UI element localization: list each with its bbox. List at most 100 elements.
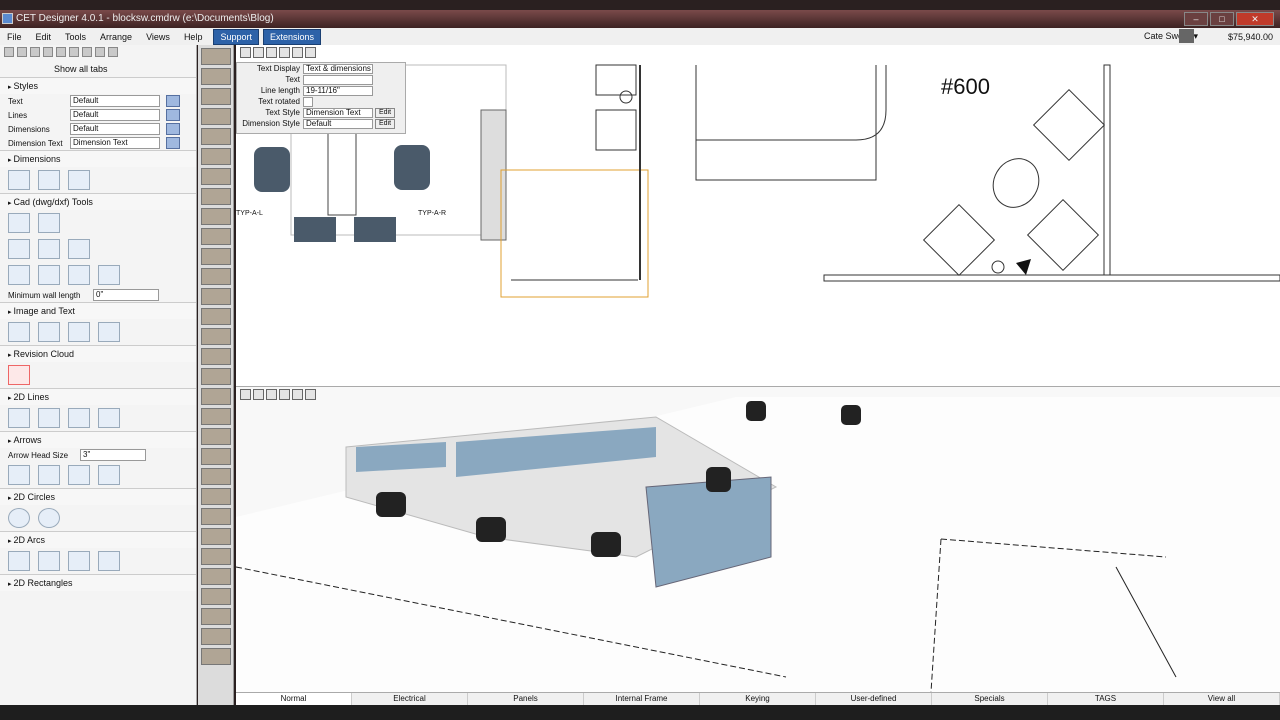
snap-icon[interactable] [305, 47, 316, 58]
catalog-item[interactable] [201, 268, 231, 285]
arrows-section[interactable]: Arrows [0, 431, 196, 448]
text-input[interactable] [303, 74, 373, 85]
arc-icon[interactable] [98, 551, 120, 571]
pan-icon[interactable] [279, 47, 290, 58]
min-wall-input[interactable]: 0" [93, 289, 159, 301]
tab-specials[interactable]: Specials [932, 693, 1048, 705]
catalog-item[interactable] [201, 248, 231, 265]
edit-icon[interactable] [166, 123, 180, 135]
dimension-style-select[interactable]: Default [303, 118, 373, 129]
cad-import-icon[interactable] [38, 213, 60, 233]
tab-internal-frame[interactable]: Internal Frame [584, 693, 700, 705]
dwg-delete-icon[interactable] [98, 265, 120, 285]
catalog-item[interactable] [201, 88, 231, 105]
catalog-item[interactable] [201, 108, 231, 125]
catalog-item[interactable] [201, 508, 231, 525]
catalog-item[interactable] [201, 48, 231, 65]
catalog-item[interactable] [201, 168, 231, 185]
catalog-item[interactable] [201, 388, 231, 405]
rectangles-section[interactable]: 2D Rectangles [0, 574, 196, 591]
circle-icon[interactable] [8, 508, 30, 528]
dwg-eye-icon[interactable] [68, 239, 90, 259]
cad-section[interactable]: Cad (dwg/dxf) Tools [0, 193, 196, 210]
catalog-item[interactable] [201, 308, 231, 325]
crosshair-icon[interactable] [8, 213, 30, 233]
menu-views[interactable]: Views [139, 32, 177, 42]
render-icon[interactable] [292, 389, 303, 400]
line-length-input[interactable]: 19-11/16" [303, 85, 373, 96]
catalog-item[interactable] [201, 408, 231, 425]
arrow-icon[interactable] [68, 465, 90, 485]
dwg-icon[interactable] [38, 239, 60, 259]
angle-tool-icon[interactable] [38, 170, 60, 190]
extensions-button[interactable]: Extensions [262, 28, 322, 45]
tab-view-all[interactable]: View all [1164, 693, 1280, 705]
arrow-icon[interactable] [38, 465, 60, 485]
circle-icon[interactable] [38, 508, 60, 528]
zoom-fit-icon[interactable] [266, 47, 277, 58]
dimension-tool-icon[interactable] [8, 170, 30, 190]
redo-icon[interactable] [108, 47, 118, 57]
text-style-select[interactable]: Dimension Text [303, 107, 373, 118]
text-rotated-checkbox[interactable] [303, 96, 313, 107]
text-box-icon[interactable] [98, 322, 120, 342]
catalog-item[interactable] [201, 548, 231, 565]
avatar[interactable] [1179, 29, 1194, 43]
catalog-item[interactable] [201, 328, 231, 345]
edit-icon[interactable] [166, 137, 180, 149]
dwg-icon[interactable] [8, 239, 30, 259]
film-icon[interactable] [38, 322, 60, 342]
select-icon[interactable] [292, 47, 303, 58]
lines-section[interactable]: 2D Lines [0, 388, 196, 405]
menu-tools[interactable]: Tools [58, 32, 93, 42]
line-icon[interactable] [68, 408, 90, 428]
open-icon[interactable] [17, 47, 27, 57]
catalog-item[interactable] [201, 228, 231, 245]
tab-user-defined[interactable]: User-defined [816, 693, 932, 705]
edit-icon[interactable] [166, 109, 180, 121]
close-button[interactable]: ✕ [1236, 12, 1274, 26]
catalog-item[interactable] [201, 348, 231, 365]
dwg-icon[interactable] [38, 265, 60, 285]
chain-dimension-icon[interactable] [68, 170, 90, 190]
catalog-item[interactable] [201, 68, 231, 85]
edit-button[interactable]: Edit [375, 107, 395, 118]
zoom-in-icon[interactable] [240, 47, 251, 58]
undo-icon[interactable] [95, 47, 105, 57]
catalog-item[interactable] [201, 148, 231, 165]
dwg-icon[interactable] [8, 265, 30, 285]
catalog-item[interactable] [201, 588, 231, 605]
arc-icon[interactable] [8, 551, 30, 571]
copy-icon[interactable] [69, 47, 79, 57]
menu-file[interactable]: File [0, 32, 29, 42]
arcs-section[interactable]: 2D Arcs [0, 531, 196, 548]
new-icon[interactable] [4, 47, 14, 57]
image-icon[interactable] [8, 322, 30, 342]
arrow-icon[interactable] [8, 465, 30, 485]
catalog-item[interactable] [201, 528, 231, 545]
close-icon[interactable] [305, 389, 316, 400]
tab-panels[interactable]: Panels [468, 693, 584, 705]
catalog-item[interactable] [201, 648, 231, 665]
tab-electrical[interactable]: Electrical [352, 693, 468, 705]
line-icon[interactable] [8, 408, 30, 428]
arc-icon[interactable] [68, 551, 90, 571]
camera-icon[interactable] [279, 389, 290, 400]
menu-arrange[interactable]: Arrange [93, 32, 139, 42]
catalog-item[interactable] [201, 448, 231, 465]
save-icon[interactable] [30, 47, 40, 57]
lines-style-select[interactable]: Default [70, 109, 160, 121]
zoom-fit-icon[interactable] [266, 389, 277, 400]
catalog-item[interactable] [201, 128, 231, 145]
text-style-select[interactable]: Default [70, 95, 160, 107]
text-display-select[interactable]: Text & dimensions [303, 63, 373, 74]
polyline-icon[interactable] [38, 408, 60, 428]
tab-tags[interactable]: TAGS [1048, 693, 1164, 705]
arc-icon[interactable] [38, 551, 60, 571]
menu-edit[interactable]: Edit [29, 32, 59, 42]
tab-normal[interactable]: Normal [236, 693, 352, 705]
catalog-item[interactable] [201, 608, 231, 625]
catalog-item[interactable] [201, 288, 231, 305]
3d-view[interactable] [236, 387, 1280, 692]
text-icon[interactable] [68, 322, 90, 342]
